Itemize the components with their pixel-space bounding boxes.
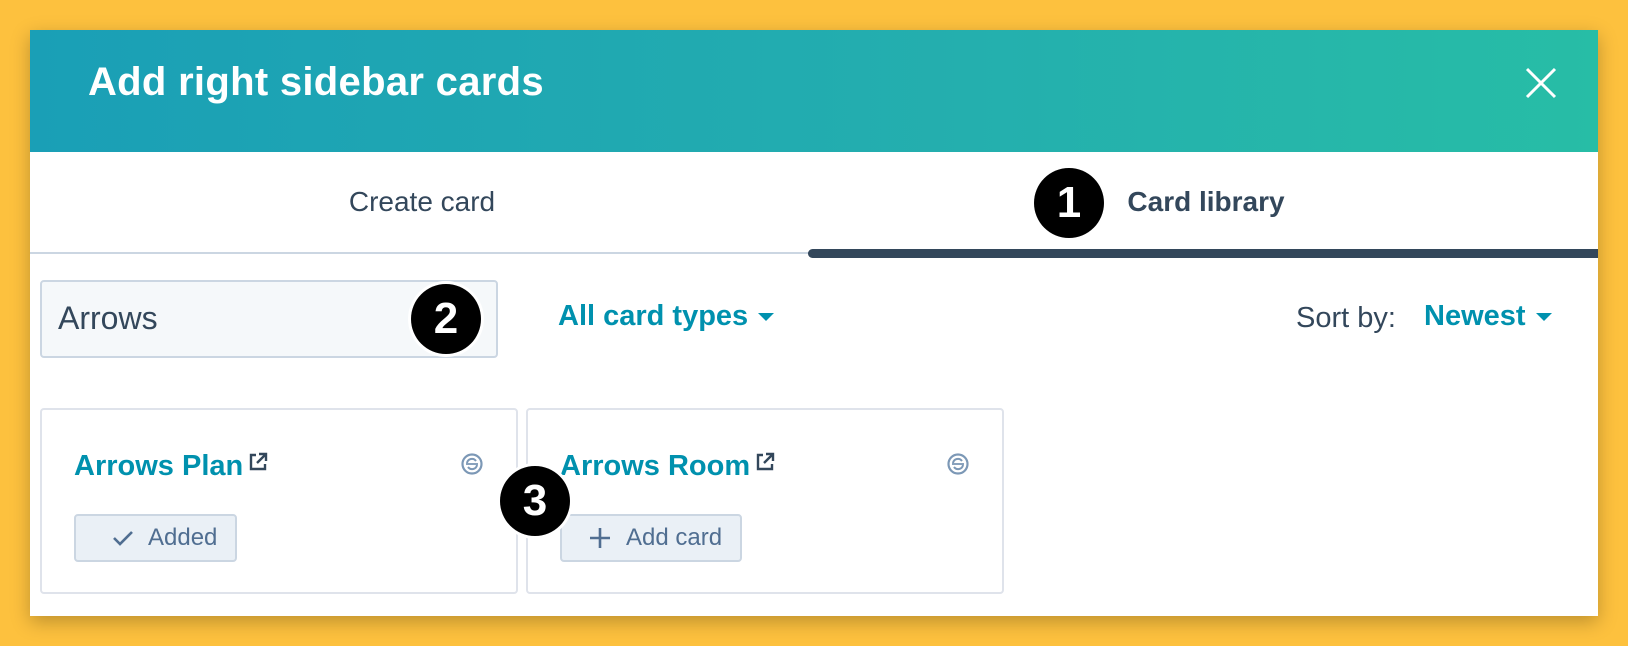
card-title: Arrows Plan — [74, 450, 244, 482]
modal-title: Add right sidebar cards — [88, 60, 544, 104]
search-input[interactable] — [58, 300, 388, 337]
add-card-button[interactable]: Add card — [560, 514, 743, 562]
tab-create-card[interactable]: Create card — [30, 152, 814, 252]
add-card-button-label: Add card — [626, 524, 723, 551]
card-item: Arrows Plan Added — [40, 408, 518, 594]
card-title: Arrows Room — [560, 450, 751, 482]
card-type-filter-label: All card types — [558, 300, 749, 332]
active-tab-indicator — [808, 249, 1598, 258]
caret-down-icon — [1535, 312, 1552, 321]
plus-icon — [590, 528, 610, 548]
external-link-icon — [247, 448, 269, 481]
step-badge-1: 1 — [1034, 168, 1104, 238]
card-title-link[interactable]: Arrows Room — [560, 450, 776, 483]
modal-header: Add right sidebar cards — [30, 30, 1598, 152]
card-title-link[interactable]: Arrows Plan — [74, 450, 269, 483]
close-icon[interactable] — [1524, 66, 1558, 100]
sort-dropdown[interactable]: Newest — [1424, 300, 1552, 333]
card-item: Arrows Room Add card — [526, 408, 1004, 594]
external-link-icon — [754, 448, 776, 481]
sort-label: Sort by: — [1296, 302, 1396, 334]
check-icon — [113, 531, 133, 546]
sync-status-icon — [460, 452, 484, 481]
added-button[interactable]: Added — [74, 514, 238, 562]
tab-card-library[interactable]: Card library — [814, 152, 1598, 252]
added-button-label: Added — [148, 524, 218, 551]
card-type-filter-dropdown[interactable]: All card types — [558, 300, 775, 333]
caret-down-icon — [758, 312, 775, 321]
step-badge-2: 2 — [411, 284, 481, 354]
step-badge-3: 3 — [500, 466, 570, 536]
add-sidebar-cards-modal: Add right sidebar cards Create card Card… — [30, 30, 1598, 616]
sort-value: Newest — [1424, 300, 1526, 332]
tab-bar: Create card Card library — [30, 152, 1598, 258]
sync-status-icon — [946, 452, 970, 481]
